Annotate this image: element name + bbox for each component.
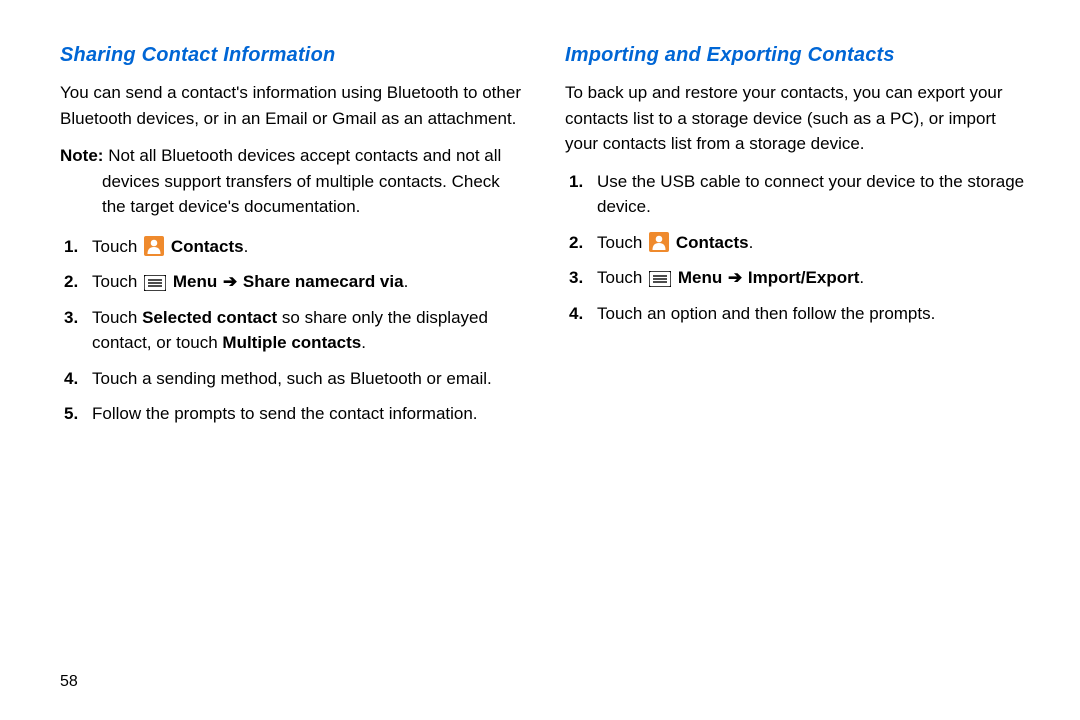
step-item: Touch a sending method, such as Bluetoot…	[60, 366, 525, 392]
step-text: Touch	[92, 308, 142, 327]
steps-sharing: Touch Contacts. Touch Menu ➔ Share namec…	[60, 234, 525, 427]
step-item: Follow the prompts to send the contact i…	[60, 401, 525, 427]
step-text: Touch an option and then follow the prom…	[597, 301, 1030, 327]
multiple-contacts-label: Multiple contacts	[222, 333, 361, 352]
step-item: Touch Contacts.	[565, 230, 1030, 256]
step-text: Use the USB cable to connect your device…	[597, 169, 1030, 220]
arrow-icon: ➔	[722, 268, 748, 287]
period: .	[361, 333, 366, 352]
step-item: Touch Menu ➔ Import/Export.	[565, 265, 1030, 291]
contacts-icon	[144, 236, 164, 256]
period: .	[244, 237, 249, 256]
step-text: Touch	[92, 272, 142, 291]
menu-label: Menu	[173, 272, 217, 291]
period: .	[404, 272, 409, 291]
heading-sharing: Sharing Contact Information	[60, 40, 525, 70]
note-label: Note:	[60, 146, 103, 165]
selected-contact-label: Selected contact	[142, 308, 277, 327]
step-text: Touch a sending method, such as Bluetoot…	[92, 366, 525, 392]
step-text: Touch	[597, 268, 647, 287]
menu-icon	[649, 271, 671, 287]
steps-importing: Use the USB cable to connect your device…	[565, 169, 1030, 327]
step-text: Follow the prompts to send the contact i…	[92, 401, 525, 427]
step-item: Touch Menu ➔ Share namecard via.	[60, 269, 525, 295]
step-item: Touch Contacts.	[60, 234, 525, 260]
contacts-label: Contacts	[676, 233, 749, 252]
contacts-icon	[649, 232, 669, 252]
note-text-rest: devices support transfers of multiple co…	[60, 169, 525, 220]
action-label: Import/Export	[748, 268, 859, 287]
step-item: Touch an option and then follow the prom…	[565, 301, 1030, 327]
left-column: Sharing Contact Information You can send…	[60, 40, 525, 690]
page-number: 58	[60, 670, 78, 694]
heading-importing: Importing and Exporting Contacts	[565, 40, 1030, 70]
step-text: Touch	[92, 237, 142, 256]
period: .	[749, 233, 754, 252]
menu-icon	[144, 275, 166, 291]
period: .	[859, 268, 864, 287]
note-text-first: Not all Bluetooth devices accept contact…	[108, 146, 501, 165]
intro-sharing: You can send a contact's information usi…	[60, 80, 525, 131]
action-label: Share namecard via	[243, 272, 404, 291]
arrow-icon: ➔	[217, 272, 243, 291]
note-block: Note: Not all Bluetooth devices accept c…	[60, 143, 525, 220]
menu-label: Menu	[678, 268, 722, 287]
contacts-label: Contacts	[171, 237, 244, 256]
intro-importing: To back up and restore your contacts, yo…	[565, 80, 1030, 157]
step-item: Touch Selected contact so share only the…	[60, 305, 525, 356]
step-item: Use the USB cable to connect your device…	[565, 169, 1030, 220]
right-column: Importing and Exporting Contacts To back…	[565, 40, 1030, 690]
step-text: Touch	[597, 233, 647, 252]
